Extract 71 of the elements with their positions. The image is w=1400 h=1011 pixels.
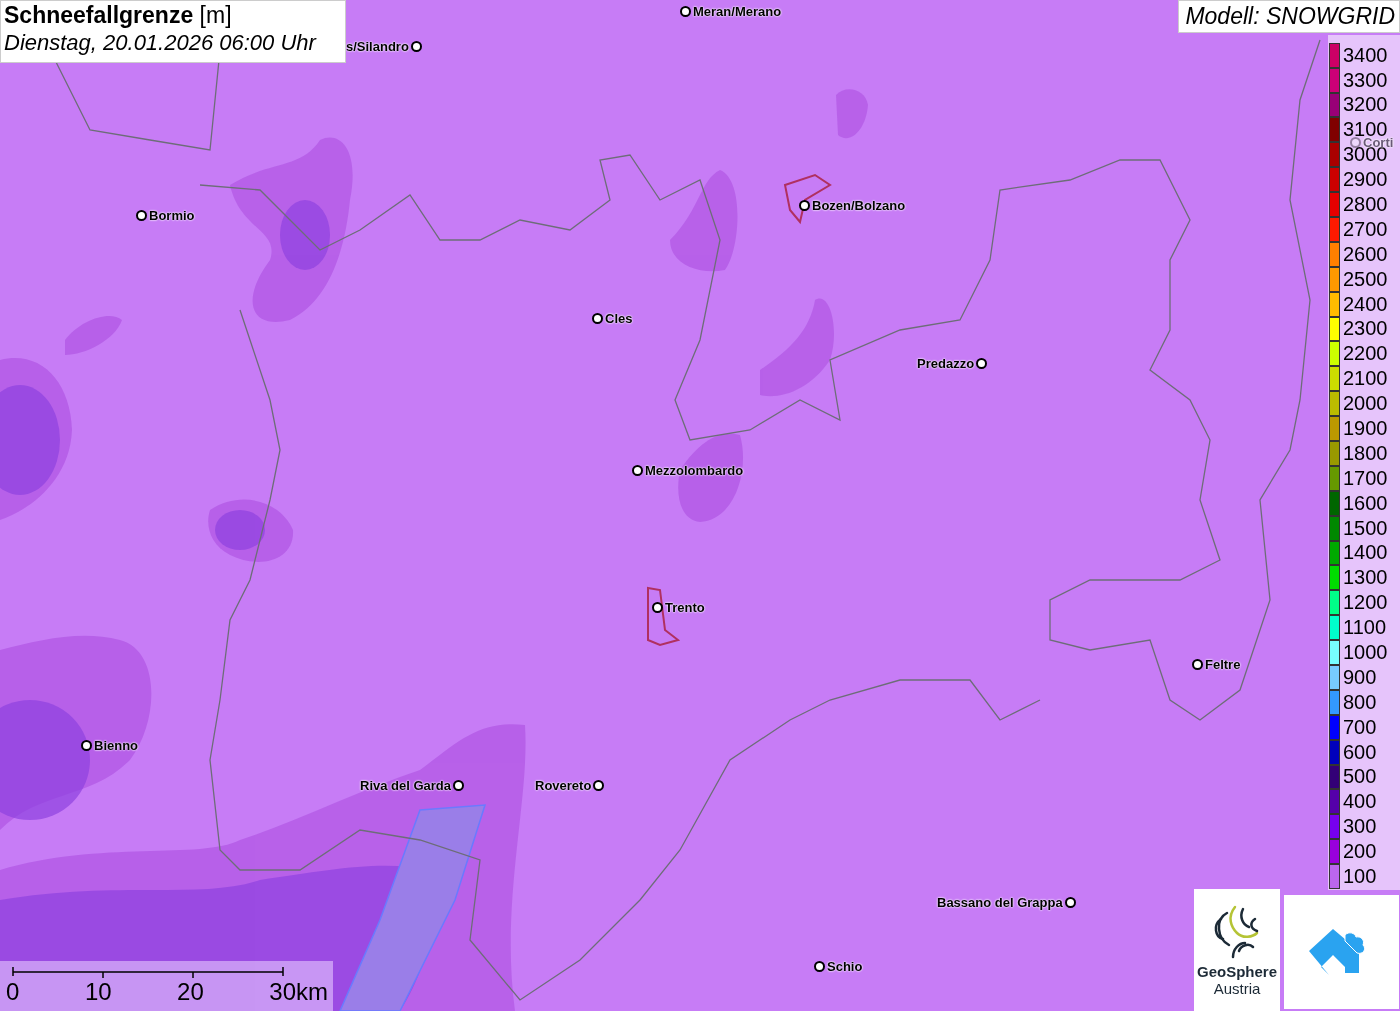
legend-label: 2800 [1343, 193, 1388, 216]
logo-name: GeoSphere [1197, 963, 1277, 980]
city-label: s/Silandro [346, 39, 409, 54]
legend-label: 200 [1343, 840, 1377, 864]
city-marker-icon [453, 780, 465, 791]
city-marker-icon [632, 465, 643, 476]
city-label: Riva del Garda [360, 778, 452, 793]
scale-label: 0 [6, 978, 20, 1006]
forecast-time: Dienstag, 20.01.2026 06:00 Uhr [4, 30, 318, 56]
legend-label: 900 [1343, 665, 1377, 689]
legend-label: 1300 [1343, 566, 1388, 590]
city-label: Cles [605, 311, 633, 326]
legend-label: 1100 [1343, 616, 1386, 640]
city-marker-icon [1064, 897, 1076, 908]
legend-label: 1600 [1343, 491, 1388, 515]
legend-label: 500 [1343, 765, 1377, 789]
city-marker-icon [81, 740, 92, 751]
city-marker-icon [592, 313, 603, 324]
city-marker-icon [652, 602, 663, 613]
legend-label: 2700 [1343, 217, 1388, 241]
legend-label: 1400 [1343, 541, 1388, 565]
legend-label: 400 [1343, 790, 1377, 814]
legend-label: 3400 [1343, 43, 1388, 67]
legend-label: 1900 [1343, 417, 1388, 440]
legend-label: 1000 [1343, 641, 1388, 665]
city-label: Feltre [1205, 657, 1241, 672]
legend-label: 2400 [1343, 292, 1388, 316]
map-title: Schneefallgrenze [m] [4, 2, 233, 29]
legend-label: 2600 [1343, 242, 1388, 266]
legend-label: 3200 [1343, 93, 1388, 117]
legend-label: 1200 [1343, 591, 1388, 615]
legend-label: 600 [1343, 740, 1377, 764]
city-marker-icon [680, 6, 691, 17]
city-label: Bormio [149, 208, 195, 223]
city-marker-icon [136, 210, 147, 221]
legend-label: 700 [1343, 715, 1377, 739]
legend-label: 1800 [1343, 441, 1388, 465]
city-label: Bienno [94, 738, 139, 753]
legend-label: 2200 [1343, 342, 1388, 366]
city-marker-icon [410, 41, 422, 52]
legend-label: 300 [1343, 815, 1377, 839]
city-label: Meran/Merano [693, 4, 782, 19]
legend-label: 800 [1343, 690, 1377, 714]
legend-label: 2100 [1343, 367, 1388, 391]
legend-label: 100 [1343, 865, 1377, 889]
city-marker-icon [799, 200, 810, 211]
city-label: Predazzo [917, 356, 975, 371]
city-label: Bozen/Bolzano [812, 198, 906, 213]
legend-label: 2500 [1343, 267, 1388, 291]
legend-label: 1700 [1343, 466, 1388, 490]
legend-label: 2900 [1343, 168, 1388, 192]
city-marker-icon [1350, 137, 1361, 148]
scale-bar-icon [12, 966, 284, 978]
city-label: Bassano del Grappa [937, 895, 1063, 910]
logo-subtitle: Austria [1213, 980, 1261, 997]
city-label: Schio [827, 959, 863, 974]
city-marker-icon [1192, 659, 1203, 670]
model-label: Modell: SNOWGRID [1178, 0, 1400, 33]
legend-label: 2300 [1343, 317, 1388, 341]
legend-label: 1500 [1343, 516, 1388, 540]
scale-label: 20 [177, 978, 204, 1006]
scale-label: 30km [269, 978, 328, 1006]
city-marker-icon [976, 358, 988, 369]
legend-label: 2000 [1343, 392, 1388, 416]
city-label: Trento [665, 600, 705, 615]
city-marker-icon [593, 780, 605, 791]
scale-label: 10 [84, 978, 112, 1006]
city-label: Rovereto [535, 778, 592, 793]
legend-label: 3300 [1343, 68, 1388, 92]
city-label: Mezzolombardo [645, 463, 744, 478]
city-marker-icon [814, 961, 825, 972]
